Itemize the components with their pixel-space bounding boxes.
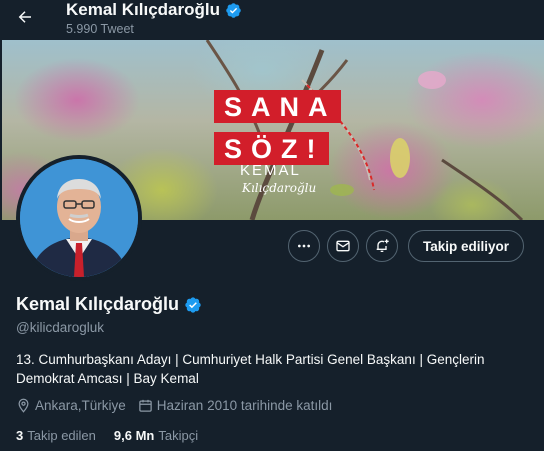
profile-avatar[interactable] — [16, 155, 142, 281]
verified-badge-icon — [226, 2, 241, 18]
banner-signature: KEMAL Kılıçdaroğlu — [240, 160, 316, 195]
following-link[interactable]: 3 Takip edilen — [16, 428, 96, 443]
verified-badge-icon — [185, 296, 201, 313]
envelope-icon — [336, 240, 350, 252]
slogan-line-1: SANA — [214, 90, 341, 123]
header-title: Kemal Kılıçdaroğlu — [66, 0, 242, 20]
arrow-left-icon — [18, 11, 31, 23]
profile-bio: 13. Cumhurbaşkanı Adayı | Cumhuriyet Hal… — [16, 352, 485, 386]
profile-handle: @kilicdarogluk — [16, 320, 104, 335]
following-label: Takip edilen — [27, 428, 96, 443]
more-dots-icon — [298, 244, 310, 248]
calendar-icon — [139, 399, 152, 412]
joined-item: Haziran 2010 tarihinde katıldı — [138, 398, 333, 413]
more-button[interactable] — [288, 230, 320, 262]
follow-stats: 3 Takip edilen 9,6 Mn Takipçi — [16, 428, 198, 443]
joined-text: Haziran 2010 tarihinde katıldı — [156, 398, 333, 413]
profile-name: Kemal Kılıçdaroğlu — [16, 294, 180, 314]
followers-label: Takipçi — [158, 428, 199, 443]
location-pin-icon — [18, 398, 29, 413]
signature-script: Kılıçdaroğlu — [242, 181, 317, 195]
location-text: Ankara,Türkiye — [35, 398, 126, 413]
banner-slogan: SANA SÖZ! — [214, 90, 341, 165]
avatar-portrait — [20, 159, 138, 277]
back-button[interactable] — [12, 4, 38, 30]
profile-name-row: Kemal Kılıçdaroğlu — [16, 294, 202, 315]
followers-link[interactable]: 9,6 Mn Takipçi — [114, 428, 198, 443]
signature-name: KEMAL — [240, 162, 301, 179]
followers-count: 9,6 Mn — [113, 428, 155, 443]
header-name: Kemal Kılıçdaroğlu — [66, 0, 220, 19]
notify-button[interactable] — [366, 230, 398, 262]
tweet-count: 5.990 Tweet — [66, 22, 134, 36]
location-item: Ankara,Türkiye — [16, 398, 126, 413]
bell-plus-icon — [376, 239, 389, 252]
message-button[interactable] — [327, 230, 359, 262]
profile-header: Kemal Kılıçdaroğlu 5.990 Tweet — [0, 0, 544, 40]
following-button[interactable]: Takip ediliyor — [408, 230, 524, 262]
following-count: 3 — [16, 428, 24, 443]
profile-meta: Ankara,Türkiye Haziran 2010 tarihinde ka… — [16, 398, 344, 413]
